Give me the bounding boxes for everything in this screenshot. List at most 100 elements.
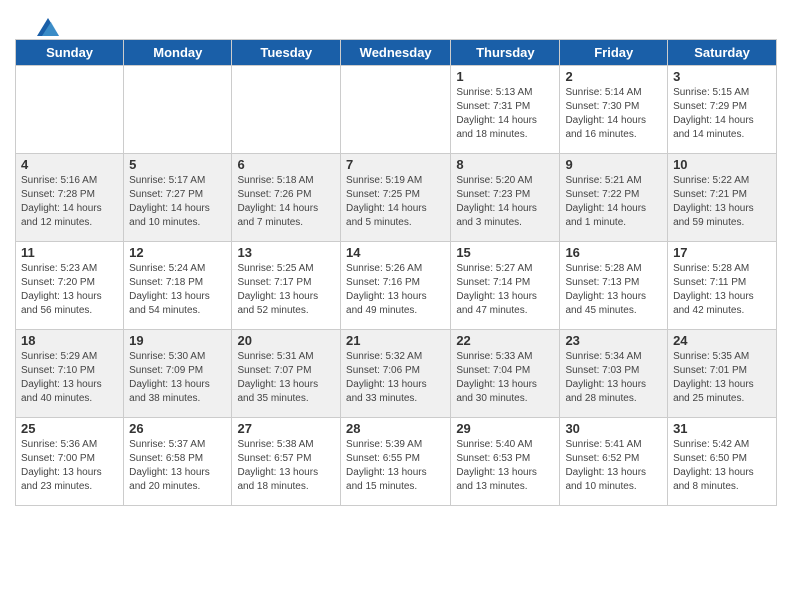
day-info: Sunrise: 5:23 AMSunset: 7:20 PMDaylight:…	[21, 262, 118, 318]
calendar-day-21: 21 Sunrise: 5:32 AMSunset: 7:06 PMDayligh…	[341, 330, 451, 418]
day-number: 28	[346, 421, 445, 436]
day-number: 24	[673, 333, 771, 348]
calendar-day-13: 13 Sunrise: 5:25 AMSunset: 7:17 PMDayligh…	[232, 242, 341, 330]
calendar-day-9: 9 Sunrise: 5:21 AMSunset: 7:22 PMDaylight…	[560, 154, 668, 242]
day-info: Sunrise: 5:24 AMSunset: 7:18 PMDaylight:…	[129, 262, 226, 318]
day-info: Sunrise: 5:26 AMSunset: 7:16 PMDaylight:…	[346, 262, 445, 318]
calendar-day-empty	[232, 66, 341, 154]
day-info: Sunrise: 5:22 AMSunset: 7:21 PMDaylight:…	[673, 174, 771, 230]
day-info: Sunrise: 5:29 AMSunset: 7:10 PMDaylight:…	[21, 350, 118, 406]
day-number: 20	[237, 333, 335, 348]
day-info: Sunrise: 5:28 AMSunset: 7:13 PMDaylight:…	[565, 262, 662, 318]
calendar-day-empty	[341, 66, 451, 154]
calendar-day-23: 23 Sunrise: 5:34 AMSunset: 7:03 PMDayligh…	[560, 330, 668, 418]
day-info: Sunrise: 5:40 AMSunset: 6:53 PMDaylight:…	[456, 438, 554, 494]
day-number: 7	[346, 157, 445, 172]
day-number: 5	[129, 157, 226, 172]
day-info: Sunrise: 5:31 AMSunset: 7:07 PMDaylight:…	[237, 350, 335, 406]
day-info: Sunrise: 5:32 AMSunset: 7:06 PMDaylight:…	[346, 350, 445, 406]
day-number: 1	[456, 69, 554, 84]
weekday-header-sunday: Sunday	[16, 40, 124, 66]
calendar-day-2: 2 Sunrise: 5:14 AMSunset: 7:30 PMDaylight…	[560, 66, 668, 154]
calendar-day-20: 20 Sunrise: 5:31 AMSunset: 7:07 PMDayligh…	[232, 330, 341, 418]
day-number: 22	[456, 333, 554, 348]
day-info: Sunrise: 5:20 AMSunset: 7:23 PMDaylight:…	[456, 174, 554, 230]
day-info: Sunrise: 5:35 AMSunset: 7:01 PMDaylight:…	[673, 350, 771, 406]
day-number: 16	[565, 245, 662, 260]
day-info: Sunrise: 5:38 AMSunset: 6:57 PMDaylight:…	[237, 438, 335, 494]
day-info: Sunrise: 5:37 AMSunset: 6:58 PMDaylight:…	[129, 438, 226, 494]
calendar-day-11: 11Sunrise: 5:23 AMSunset: 7:20 PMDayligh…	[16, 242, 124, 330]
day-info: Sunrise: 5:19 AMSunset: 7:25 PMDaylight:…	[346, 174, 445, 230]
day-number: 3	[673, 69, 771, 84]
day-info: Sunrise: 5:41 AMSunset: 6:52 PMDaylight:…	[565, 438, 662, 494]
calendar-day-18: 18Sunrise: 5:29 AMSunset: 7:10 PMDayligh…	[16, 330, 124, 418]
calendar-week-4: 18Sunrise: 5:29 AMSunset: 7:10 PMDayligh…	[16, 330, 777, 418]
calendar-day-26: 26 Sunrise: 5:37 AMSunset: 6:58 PMDayligh…	[124, 418, 232, 506]
day-info: Sunrise: 5:14 AMSunset: 7:30 PMDaylight:…	[565, 86, 662, 142]
day-number: 30	[565, 421, 662, 436]
calendar-day-16: 16 Sunrise: 5:28 AMSunset: 7:13 PMDayligh…	[560, 242, 668, 330]
calendar-day-17: 17Sunrise: 5:28 AMSunset: 7:11 PMDayligh…	[668, 242, 777, 330]
day-number: 9	[565, 157, 662, 172]
day-info: Sunrise: 5:39 AMSunset: 6:55 PMDaylight:…	[346, 438, 445, 494]
calendar-day-10: 10 Sunrise: 5:22 AMSunset: 7:21 PMDayligh…	[668, 154, 777, 242]
day-info: Sunrise: 5:15 AMSunset: 7:29 PMDaylight:…	[673, 86, 771, 142]
calendar-day-19: 19 Sunrise: 5:30 AMSunset: 7:09 PMDayligh…	[124, 330, 232, 418]
day-number: 13	[237, 245, 335, 260]
calendar-day-28: 28 Sunrise: 5:39 AMSunset: 6:55 PMDayligh…	[341, 418, 451, 506]
calendar-day-12: 12Sunrise: 5:24 AMSunset: 7:18 PMDayligh…	[124, 242, 232, 330]
day-number: 19	[129, 333, 226, 348]
day-info: Sunrise: 5:34 AMSunset: 7:03 PMDaylight:…	[565, 350, 662, 406]
calendar-day-empty	[16, 66, 124, 154]
day-number: 31	[673, 421, 771, 436]
day-info: Sunrise: 5:17 AMSunset: 7:27 PMDaylight:…	[129, 174, 226, 230]
day-number: 27	[237, 421, 335, 436]
day-number: 23	[565, 333, 662, 348]
weekday-header-row: SundayMondayTuesdayWednesdayThursdayFrid…	[16, 40, 777, 66]
calendar-week-3: 11Sunrise: 5:23 AMSunset: 7:20 PMDayligh…	[16, 242, 777, 330]
calendar-day-24: 24 Sunrise: 5:35 AMSunset: 7:01 PMDayligh…	[668, 330, 777, 418]
logo-icon	[37, 18, 59, 36]
calendar-day-5: 5 Sunrise: 5:17 AMSunset: 7:27 PMDaylight…	[124, 154, 232, 242]
day-number: 15	[456, 245, 554, 260]
calendar-day-empty	[124, 66, 232, 154]
weekday-header-wednesday: Wednesday	[341, 40, 451, 66]
calendar-day-29: 29 Sunrise: 5:40 AMSunset: 6:53 PMDayligh…	[451, 418, 560, 506]
day-number: 14	[346, 245, 445, 260]
calendar-day-15: 15 Sunrise: 5:27 AMSunset: 7:14 PMDayligh…	[451, 242, 560, 330]
day-number: 29	[456, 421, 554, 436]
day-number: 26	[129, 421, 226, 436]
day-info: Sunrise: 5:25 AMSunset: 7:17 PMDaylight:…	[237, 262, 335, 318]
day-info: Sunrise: 5:36 AMSunset: 7:00 PMDaylight:…	[21, 438, 118, 494]
day-info: Sunrise: 5:42 AMSunset: 6:50 PMDaylight:…	[673, 438, 771, 494]
day-number: 25	[21, 421, 118, 436]
day-number: 17	[673, 245, 771, 260]
calendar-day-1: 1 Sunrise: 5:13 AMSunset: 7:31 PMDaylight…	[451, 66, 560, 154]
day-number: 2	[565, 69, 662, 84]
calendar-week-2: 4Sunrise: 5:16 AMSunset: 7:28 PMDaylight…	[16, 154, 777, 242]
calendar-day-30: 30 Sunrise: 5:41 AMSunset: 6:52 PMDayligh…	[560, 418, 668, 506]
weekday-header-saturday: Saturday	[668, 40, 777, 66]
weekday-header-friday: Friday	[560, 40, 668, 66]
day-number: 21	[346, 333, 445, 348]
calendar-day-14: 14 Sunrise: 5:26 AMSunset: 7:16 PMDayligh…	[341, 242, 451, 330]
calendar-day-4: 4Sunrise: 5:16 AMSunset: 7:28 PMDaylight…	[16, 154, 124, 242]
logo	[35, 18, 59, 34]
weekday-header-thursday: Thursday	[451, 40, 560, 66]
weekday-header-tuesday: Tuesday	[232, 40, 341, 66]
calendar-day-22: 22Sunrise: 5:33 AMSunset: 7:04 PMDayligh…	[451, 330, 560, 418]
day-info: Sunrise: 5:27 AMSunset: 7:14 PMDaylight:…	[456, 262, 554, 318]
calendar-day-8: 8Sunrise: 5:20 AMSunset: 7:23 PMDaylight…	[451, 154, 560, 242]
day-info: Sunrise: 5:16 AMSunset: 7:28 PMDaylight:…	[21, 174, 118, 230]
day-info: Sunrise: 5:30 AMSunset: 7:09 PMDaylight:…	[129, 350, 226, 406]
calendar-week-5: 25 Sunrise: 5:36 AMSunset: 7:00 PMDayligh…	[16, 418, 777, 506]
day-info: Sunrise: 5:18 AMSunset: 7:26 PMDaylight:…	[237, 174, 335, 230]
day-number: 6	[237, 157, 335, 172]
day-info: Sunrise: 5:13 AMSunset: 7:31 PMDaylight:…	[456, 86, 554, 142]
day-info: Sunrise: 5:21 AMSunset: 7:22 PMDaylight:…	[565, 174, 662, 230]
weekday-header-monday: Monday	[124, 40, 232, 66]
calendar-day-27: 27 Sunrise: 5:38 AMSunset: 6:57 PMDayligh…	[232, 418, 341, 506]
calendar-day-6: 6 Sunrise: 5:18 AMSunset: 7:26 PMDaylight…	[232, 154, 341, 242]
day-number: 10	[673, 157, 771, 172]
